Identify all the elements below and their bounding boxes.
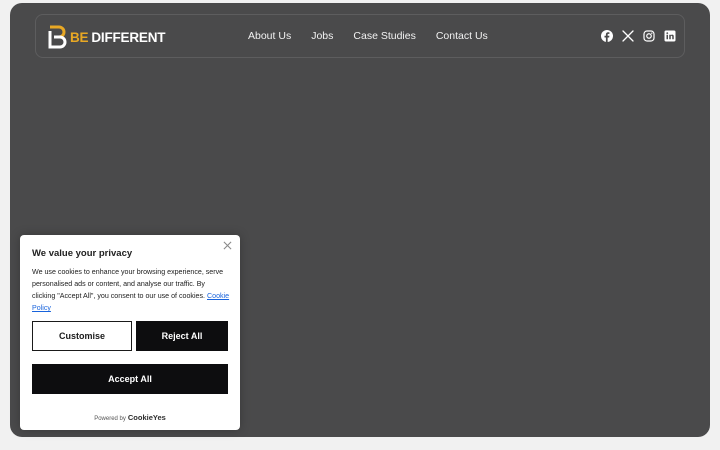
- brand-logo[interactable]: BE DIFFERENT: [46, 25, 166, 49]
- powered-by: Powered by CookieYes: [20, 413, 240, 422]
- cookie-banner-title: We value your privacy: [32, 248, 133, 259]
- cookie-banner-description-text: We use cookies to enhance your browsing …: [32, 268, 224, 300]
- brand-logo-text: BE DIFFERENT: [70, 29, 166, 45]
- site-header: BE DIFFERENT About Us Jobs Case Studies C…: [35, 14, 685, 58]
- instagram-icon[interactable]: [643, 30, 655, 42]
- cookie-banner-description: We use cookies to enhance your browsing …: [32, 266, 230, 314]
- social-links: [601, 15, 676, 57]
- powered-by-text: Powered by: [94, 416, 126, 422]
- main-navigation: About Us Jobs Case Studies Contact Us: [248, 15, 488, 57]
- linkedin-icon[interactable]: [664, 30, 676, 42]
- close-icon[interactable]: [223, 241, 232, 250]
- facebook-icon[interactable]: [601, 30, 613, 42]
- brand-logo-be: BE: [70, 29, 89, 45]
- customise-button[interactable]: Customise: [32, 321, 132, 351]
- cookie-consent-banner: We value your privacy We use cookies to …: [20, 235, 240, 430]
- accept-all-button[interactable]: Accept All: [32, 364, 228, 394]
- nav-about-us[interactable]: About Us: [248, 30, 291, 42]
- cookieyes-logo[interactable]: CookieYes: [128, 413, 166, 422]
- nav-contact-us[interactable]: Contact Us: [436, 30, 488, 42]
- brand-logo-different: DIFFERENT: [91, 29, 166, 45]
- nav-case-studies[interactable]: Case Studies: [353, 30, 415, 42]
- brand-logo-mark-icon: [48, 25, 67, 49]
- x-twitter-icon[interactable]: [622, 30, 634, 42]
- reject-all-button[interactable]: Reject All: [136, 321, 228, 351]
- nav-jobs[interactable]: Jobs: [311, 30, 333, 42]
